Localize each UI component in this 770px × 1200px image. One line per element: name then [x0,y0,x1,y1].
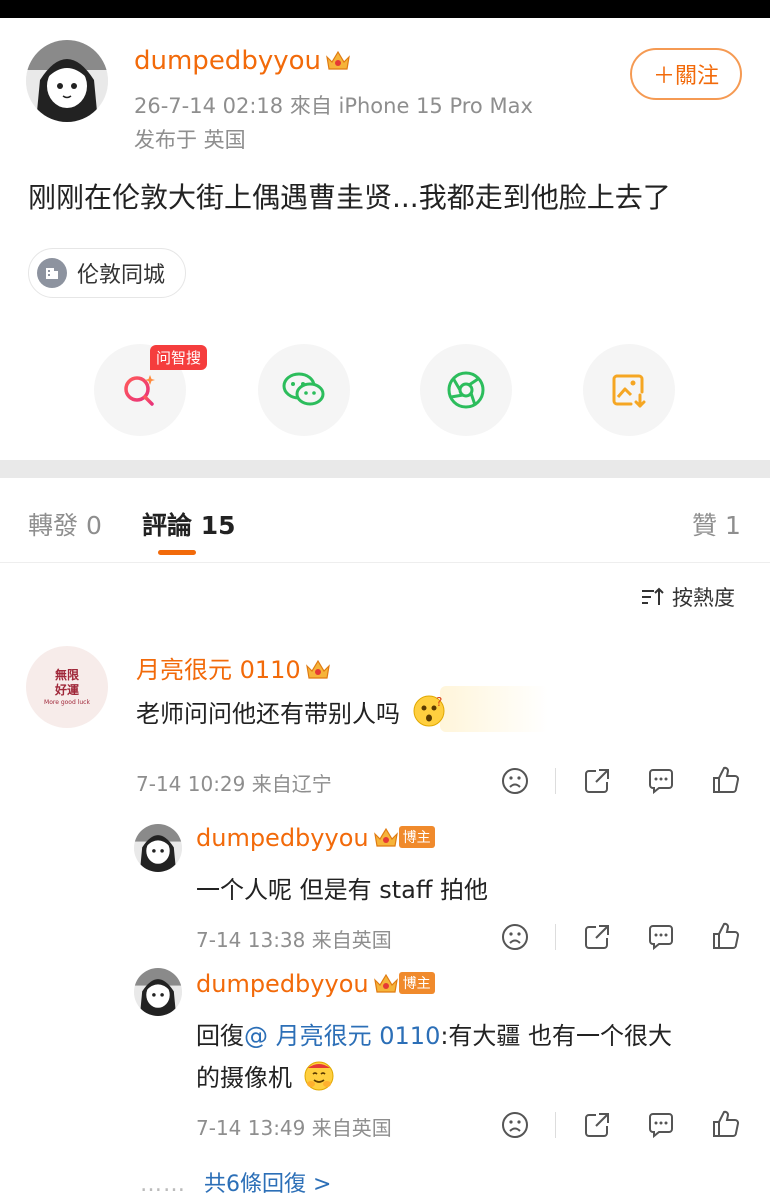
comment-time: 7-14 10:29 来自辽宁 [136,772,332,796]
dislike-button[interactable] [500,766,530,800]
like-comment-button[interactable] [710,920,742,956]
reply-avatar[interactable] [134,824,182,872]
vip-crown-icon [305,658,331,680]
share-comment-button[interactable] [582,922,612,956]
reply-author-name[interactable]: dumpedbyyou 博主 [196,970,435,998]
tab-comments[interactable]: 評論 15 [142,506,236,542]
vip-crown-icon [373,972,399,994]
svg-text:?: ? [436,695,442,709]
action-divider [555,924,556,950]
thumbs-up-icon [713,766,739,793]
share-icon [585,769,609,793]
section-divider [0,460,770,478]
author-name[interactable]: dumpedbyyou [134,46,351,76]
topic-label[interactable]: 伦敦同城 [77,257,165,289]
save-image-button[interactable] [583,344,675,436]
building-icon [37,258,67,288]
vip-crown-icon [325,48,351,70]
like-comment-button[interactable] [710,764,742,800]
vip-crown-icon [373,826,399,848]
avatar-text-2: 好運 [54,683,79,697]
more-replies-label[interactable]: 共6條回復 > [204,1172,331,1197]
share-comment-button[interactable] [582,1110,612,1144]
reply-text-line2: 的摄像机 [196,1058,336,1098]
reply-prefix: 回復 [196,1022,244,1050]
tab-reposts[interactable]: 轉發 0 [28,506,102,542]
post-meta-location: 发布于 英国 [134,128,246,152]
reply-text-line1: 回復@ 月亮很元 0110:有大疆 也有一个很大 [196,1016,672,1051]
hug-emoji-icon [302,1058,336,1098]
sad-face-icon [502,768,528,794]
reply-text: 一个人呢 但是有 staff 拍他 [196,876,489,904]
author-avatar[interactable] [26,40,108,122]
tab-likes[interactable]: 贊 1 [692,506,741,542]
reply-time: 7-14 13:49 来自英国 [196,1116,392,1140]
share-icon [585,925,609,949]
wechat-icon [282,372,325,406]
share-comment-button[interactable] [582,766,612,800]
dislike-button[interactable] [500,922,530,956]
post-meta-time-source: 26-7-14 02:18 來自 iPhone 15 Pro Max [134,94,533,118]
mention-link[interactable]: @ 月亮很元 0110 [244,1022,440,1050]
reply-author-name[interactable]: dumpedbyyou 博主 [196,824,435,852]
post-card: dumpedbyyou 26-7-14 02:18 來自 iPhone 15 P… [0,18,770,460]
reply-text-part1: :有大疆 也有一个很大 [440,1022,673,1050]
more-replies-link[interactable]: …… 共6條回復 > [140,1166,331,1198]
blogger-badge: 博主 [398,826,435,848]
comment-highlight [440,686,548,732]
reply-author-name-text[interactable]: dumpedbyyou [196,824,369,852]
active-tab-indicator [158,550,196,555]
sort-toggle[interactable]: 按熱度 [640,582,735,612]
ai-search-icon [124,375,155,406]
avatar-text-1: 無限 [54,668,79,682]
reply-avatar[interactable] [134,968,182,1016]
commenter-name[interactable]: 月亮很元 0110 [136,650,331,685]
status-bar [0,0,770,18]
reply-author-name-text[interactable]: dumpedbyyou [196,970,369,998]
sad-face-icon [502,1112,528,1138]
reply-comment-button[interactable] [646,922,676,956]
comment-icon [649,925,673,951]
share-icon [585,1113,609,1137]
wechat-share-button[interactable] [258,344,350,436]
reply-comment-button[interactable] [646,1110,676,1144]
reply-time: 7-14 13:38 来自英国 [196,928,392,952]
author-name-text[interactable]: dumpedbyyou [134,46,321,76]
comment-text: 老师问问他还有带别人吗 ? [136,694,446,734]
like-comment-button[interactable] [710,1108,742,1144]
dislike-button[interactable] [500,1110,530,1144]
thumbs-up-icon [713,922,739,949]
ai-search-badge: 问智搜 [150,345,208,370]
tab-bar: 轉發 0 評論 15 贊 1 [0,478,770,563]
save-image-icon [612,374,646,408]
reply-comment-button[interactable] [646,766,676,800]
reply-text-part2: 的摄像机 [196,1064,292,1092]
action-divider [555,1112,556,1138]
action-divider [555,768,556,794]
sort-label[interactable]: 按熱度 [672,582,735,612]
moments-icon [447,371,485,409]
thumbs-up-icon [713,1110,739,1137]
thinking-emoji-icon: ? [412,694,446,734]
avatar-text-3: More good luck [44,699,90,706]
post-text: 刚刚在伦敦大街上偶遇曹圭贤...我都走到他脸上去了 [28,181,671,214]
sad-face-icon [502,924,528,950]
blogger-badge: 博主 [398,972,435,994]
commenter-name-text[interactable]: 月亮很元 0110 [136,656,301,684]
sort-icon [642,587,664,605]
comment-icon [649,1113,673,1139]
comment-text-body: 老师问问他还有带别人吗 [136,700,400,728]
follow-button[interactable]: ＋關注 [630,48,742,100]
commenter-avatar[interactable]: 無限 好運 More good luck [26,646,108,728]
moments-share-button[interactable] [420,344,512,436]
comment-icon [649,769,673,795]
topic-tag[interactable]: 伦敦同城 [28,248,187,298]
more-dots: …… [140,1172,186,1197]
